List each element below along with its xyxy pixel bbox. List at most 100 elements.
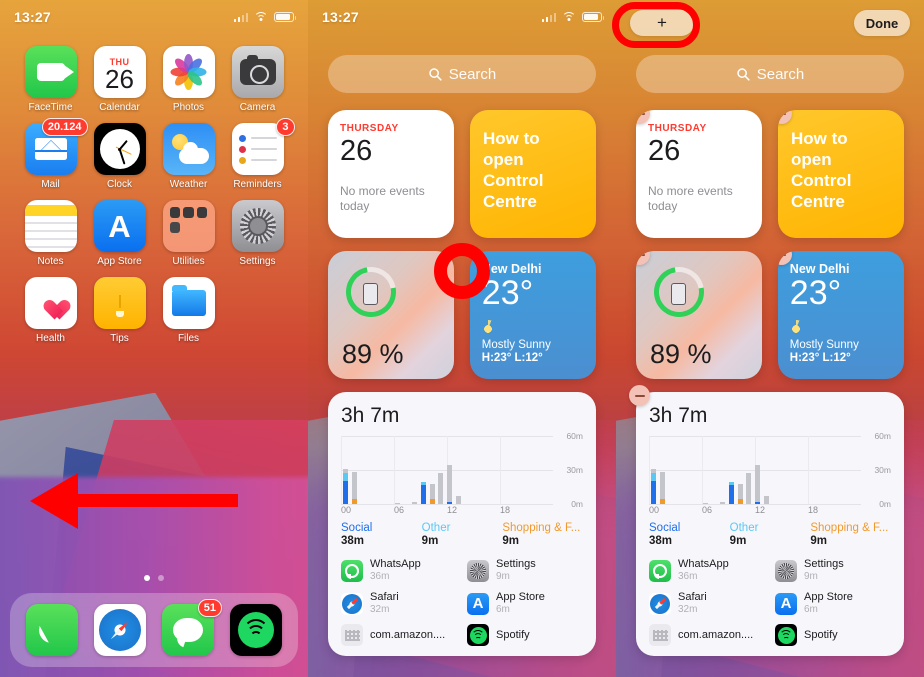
app-icon-weather[interactable]: Weather	[158, 123, 220, 190]
spotify-icon	[775, 624, 797, 646]
screen-time-app-row[interactable]: WhatsApp 36m	[341, 558, 457, 583]
tips-widget[interactable]: How to open Control Centre	[469, 110, 596, 238]
screen-time-app-duration: 6m	[804, 604, 818, 615]
tips-widget[interactable]: How to open Control Centre	[777, 110, 904, 238]
battery-widget[interactable]: 89 %	[636, 251, 762, 379]
screen-time-widget[interactable]: 3h 7m 0m 30m 60m 00 06 12 18 Social 38m Other 9m…	[328, 392, 596, 656]
screen-time-app-text: WhatsApp 36m	[678, 558, 729, 583]
screen-time-app-row[interactable]: A App Store 6m	[775, 591, 891, 616]
chart-x-tick-label: 06	[702, 505, 713, 515]
page-dot-1[interactable]	[144, 575, 150, 581]
chart-bar-segment	[447, 465, 452, 502]
app-icon-health[interactable]: Health	[20, 277, 82, 344]
calendar-widget[interactable]: THURSDAY 26 No more events today	[328, 110, 454, 238]
wifi-icon	[254, 11, 268, 23]
reminders-badge: 3	[276, 118, 295, 136]
app-icon-calendar[interactable]: THU 26 Calendar	[89, 46, 151, 113]
weather-widget[interactable]: New Delhi 23° Mostly Sunny H:23° L:12°	[469, 251, 596, 379]
app-icon-tips[interactable]: Tips	[89, 277, 151, 344]
app-label: Weather	[169, 179, 208, 190]
screen-time-widget[interactable]: 3h 7m 0m 30m 60m 00 06 12 18 Social 38m Other 9m…	[629, 385, 904, 656]
calendar-widget[interactable]: THURSDAY 26 No more events today	[636, 110, 762, 238]
screen-time-app-row[interactable]: A App Store 6m	[467, 591, 583, 616]
dock-icon-safari[interactable]	[92, 604, 148, 656]
screen-time-app-row[interactable]: WhatsApp 36m	[649, 558, 765, 583]
page-dots[interactable]	[0, 575, 308, 581]
reminders-icon	[231, 123, 284, 175]
screen-time-app-name: App Store	[804, 591, 853, 603]
weather-widget-high-low: H:23° L:12°	[789, 352, 851, 364]
app-store-icon: A	[467, 592, 489, 615]
screen-time-total: 3h 7m	[341, 404, 400, 427]
app-label: Tips	[110, 333, 129, 344]
screen-time-app-text: App Store 6m	[496, 591, 545, 616]
app-icon-notes[interactable]: Notes	[20, 200, 82, 267]
chart-x-tick-label: 12	[755, 505, 766, 515]
chart-legend-value: 9m	[810, 535, 827, 547]
app-icon-clock[interactable]: Clock	[89, 123, 151, 190]
app-icon-reminders[interactable]: 3 Reminders	[227, 118, 295, 190]
chart-legend-name: Shopping & F...	[502, 522, 581, 534]
remove-calendar-widget-button[interactable]	[636, 110, 650, 124]
screen-time-app-row[interactable]: Safari 32m	[649, 591, 765, 616]
chart-x-tick-label: 12	[447, 505, 458, 515]
app-icon-files[interactable]: Files	[158, 277, 220, 344]
chart-bar-segment	[755, 465, 760, 502]
app-icon-utilities[interactable]: Utilities	[158, 200, 220, 267]
dock-icon-phone[interactable]	[24, 604, 80, 656]
chart-bar	[737, 483, 743, 504]
app-icon-photos[interactable]: Photos	[158, 46, 220, 113]
weather-widget-temp: 23°	[481, 274, 534, 312]
weather-widget[interactable]: New Delhi 23° Mostly Sunny H:23° L:12°	[777, 251, 904, 379]
minus-icon	[777, 253, 787, 256]
screen-time-app-row[interactable]: Settings 9m	[467, 558, 583, 583]
dock-icon-messages[interactable]: 51	[160, 599, 222, 656]
chart-vgridline	[649, 436, 650, 504]
remove-battery-widget-button[interactable]	[636, 251, 650, 265]
screen-time-app-name: Settings	[804, 558, 844, 570]
screen-time-app-row[interactable]: Safari 32m	[341, 591, 457, 616]
app-icon-mail[interactable]: 20.124 Mail	[20, 118, 88, 190]
app-label: Clock	[106, 179, 132, 190]
screen-time-app-row[interactable]: Settings 9m	[775, 558, 891, 583]
screen-time-app-text: WhatsApp 36m	[370, 558, 421, 583]
screen-time-total: 3h 7m	[649, 404, 708, 427]
screen-time-app-row[interactable]: com.amazon....	[649, 624, 765, 646]
screen-time-app-duration: 32m	[678, 604, 698, 615]
chart-bars	[343, 436, 551, 504]
screen-time-app-row[interactable]: Spotify	[775, 624, 891, 646]
chart-bar	[421, 482, 426, 504]
app-icon-facetime[interactable]: FaceTime	[20, 46, 82, 113]
chart-bar	[447, 465, 452, 504]
search-bar[interactable]: Search	[328, 55, 596, 93]
chart-bar-segment	[651, 481, 656, 504]
edit-mode-top-bar: + Done	[630, 10, 910, 36]
remove-tips-widget-button[interactable]	[777, 110, 792, 124]
page-dot-2[interactable]	[158, 575, 164, 581]
app-icon-app-store[interactable]: A App Store	[89, 200, 151, 267]
screen-time-app-duration: 32m	[370, 604, 390, 615]
chart-legend-value: 38m	[649, 535, 673, 547]
remove-screen-time-widget-button[interactable]	[629, 385, 650, 406]
screen-time-app-row[interactable]: Spotify	[467, 624, 583, 646]
screen-time-app-text: App Store 6m	[804, 591, 853, 616]
widget-row-1: THURSDAY 26 No more events today How to …	[328, 110, 596, 238]
screen-time-app-row[interactable]: com.amazon....	[341, 624, 457, 646]
battery-widget[interactable]: 89 %	[328, 251, 454, 379]
search-placeholder: Search	[448, 65, 497, 83]
dock-icon-spotify[interactable]	[228, 604, 284, 656]
screen-time-app-name: App Store	[496, 591, 545, 603]
app-icon-settings[interactable]: Settings	[227, 200, 289, 267]
facetime-icon	[24, 46, 77, 98]
screen-time-app-name: com.amazon....	[678, 628, 754, 641]
phone-icon	[26, 604, 78, 656]
search-bar[interactable]: Search	[636, 55, 904, 93]
weather-widget-high-low: H:23° L:12°	[481, 352, 543, 364]
status-bar-indicators	[541, 11, 605, 23]
chart-x-tick-label: 00	[649, 505, 660, 515]
messages-badge: 51	[197, 599, 222, 617]
calendar-day: 26	[105, 64, 134, 94]
add-widget-button[interactable]: +	[630, 10, 694, 36]
app-icon-camera[interactable]: Camera	[227, 46, 289, 113]
done-button[interactable]: Done	[854, 10, 910, 36]
